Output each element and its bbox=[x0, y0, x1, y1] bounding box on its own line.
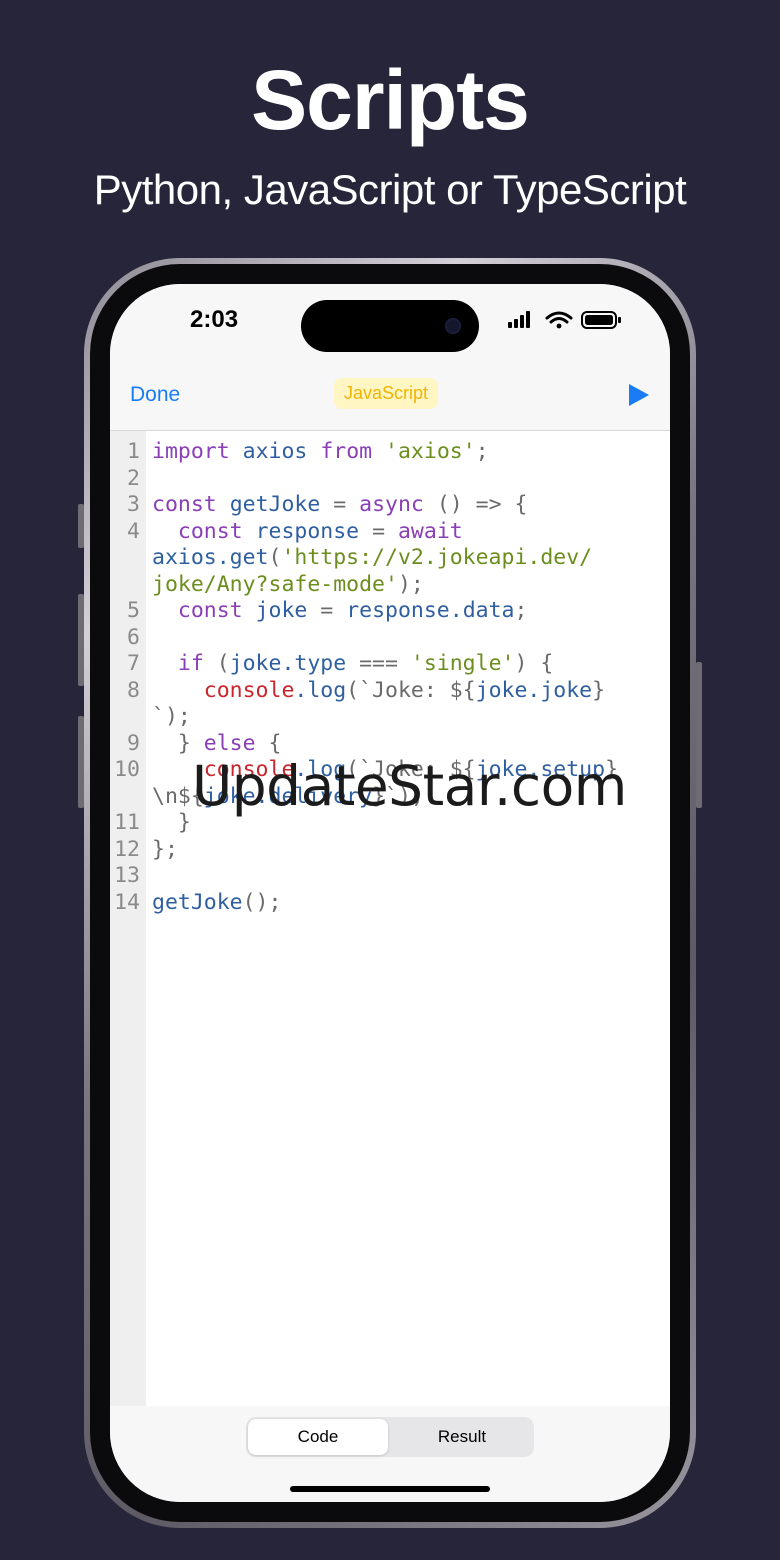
watermark: UpdateStar.com bbox=[192, 754, 627, 818]
line-number: 2 bbox=[127, 465, 140, 491]
line-number: 11 bbox=[114, 810, 140, 835]
line-number: 13 bbox=[114, 863, 140, 888]
status-time: 2:03 bbox=[190, 306, 239, 333]
subheadline: Python, JavaScript or TypeScript bbox=[93, 166, 687, 213]
line-number: 9 bbox=[127, 730, 140, 756]
line-number: 5 bbox=[127, 598, 140, 623]
code-text: } bbox=[152, 810, 191, 835]
code-text: const response = await bbox=[177, 518, 463, 544]
code-text: const joke = response.data; bbox=[177, 598, 528, 623]
cellular-signal-icon bbox=[508, 311, 530, 328]
wifi-icon bbox=[545, 311, 573, 329]
done-button[interactable]: Done bbox=[130, 383, 180, 407]
battery-icon bbox=[581, 311, 621, 329]
camera-icon bbox=[445, 318, 461, 334]
home-indicator bbox=[290, 1486, 490, 1492]
line-number: 14 bbox=[114, 889, 140, 915]
line-number: 4 bbox=[127, 518, 140, 544]
line-number: 10 bbox=[114, 757, 140, 782]
code-text: if (joke.type === 'single') { bbox=[177, 651, 554, 676]
line-number: 6 bbox=[127, 624, 140, 650]
play-icon[interactable] bbox=[628, 383, 650, 407]
volume-down-button bbox=[78, 716, 84, 808]
line-number: 3 bbox=[127, 492, 140, 517]
code-text: const getJoke = async () => { bbox=[152, 492, 528, 517]
headline: Scripts bbox=[251, 53, 530, 147]
code-text: console.log(`Joke: ${joke.joke} bbox=[203, 677, 606, 703]
dynamic-island bbox=[301, 300, 479, 352]
line-number: 1 bbox=[127, 439, 140, 464]
code-text: joke/Any?safe-mode'); bbox=[152, 571, 424, 597]
line-number: 7 bbox=[127, 651, 140, 676]
tab-result[interactable]: Result bbox=[392, 1419, 532, 1455]
line-number: 8 bbox=[127, 677, 140, 703]
code-text: import axios from 'axios'; bbox=[152, 439, 489, 464]
line-number-gutter bbox=[110, 431, 146, 1406]
volume-up-button bbox=[78, 594, 84, 686]
line-number: 12 bbox=[114, 836, 140, 862]
power-button bbox=[696, 662, 702, 808]
code-text: axios.get('https://v2.jokeapi.dev/ bbox=[152, 545, 593, 570]
tab-code[interactable]: Code bbox=[248, 1419, 388, 1455]
app-screen: 2:03 Done JavaScript 1 import axios from… bbox=[110, 284, 670, 1502]
segmented-control: Code Result bbox=[246, 1417, 534, 1457]
code-text: }; bbox=[152, 836, 178, 862]
action-button bbox=[78, 504, 84, 548]
code-text: getJoke(); bbox=[152, 889, 282, 915]
language-selector[interactable]: JavaScript bbox=[334, 378, 439, 409]
code-editor[interactable]: 1 import axios from 'axios'; 2 3 const getJo… bbox=[110, 431, 670, 1406]
code-text: `); bbox=[152, 704, 191, 729]
status-icons bbox=[508, 310, 622, 330]
